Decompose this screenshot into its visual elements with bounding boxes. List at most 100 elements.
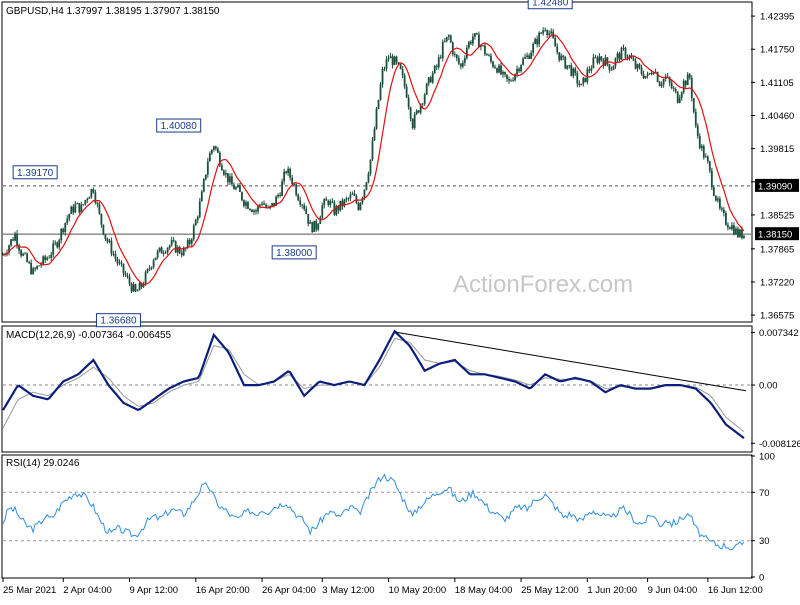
candle-body xyxy=(241,191,243,201)
candle-body xyxy=(124,273,127,276)
macd-tick-label: 0.00 xyxy=(759,381,778,392)
candle-body xyxy=(56,242,59,248)
candle-body xyxy=(739,229,741,237)
candle-body xyxy=(574,68,577,73)
x-tick-label: 18 May 04:00 xyxy=(455,585,513,596)
candle-body xyxy=(484,45,486,55)
candle-body xyxy=(172,240,175,242)
candle-body xyxy=(465,47,468,59)
candle-body xyxy=(486,54,488,56)
candle-body xyxy=(136,290,139,292)
candle-body xyxy=(550,31,553,34)
candle-body xyxy=(48,257,51,259)
candle-body xyxy=(367,173,370,183)
candle-body xyxy=(532,43,535,53)
candle-body xyxy=(407,97,410,108)
macd-tick-label: -0.008126 xyxy=(759,439,800,450)
candle-body xyxy=(297,195,300,201)
candle-body xyxy=(686,74,689,86)
candle-body xyxy=(696,125,699,136)
price-tick-label: 1.42395 xyxy=(760,12,794,23)
candle-body xyxy=(604,57,607,66)
candle-body xyxy=(506,74,508,79)
candle-body xyxy=(463,58,466,63)
candle-body xyxy=(110,240,113,254)
candle-body xyxy=(126,275,129,277)
candle-body xyxy=(737,228,739,237)
candle-body xyxy=(42,256,45,265)
candle-body xyxy=(60,228,63,240)
x-tick-label: 3 May 12:00 xyxy=(322,585,374,596)
candle-body xyxy=(576,72,579,84)
candle-body xyxy=(457,58,460,64)
candle-body xyxy=(556,46,559,53)
candle-body xyxy=(216,148,219,153)
candle-body xyxy=(82,204,85,206)
candle-body xyxy=(16,233,18,246)
candle-body xyxy=(375,108,378,129)
candle-body xyxy=(610,69,613,71)
candle-body xyxy=(180,252,183,256)
price-tick-label: 1.38525 xyxy=(760,210,794,221)
rsi-tick-label: 70 xyxy=(759,488,770,499)
candle-body xyxy=(307,213,310,224)
candle-body xyxy=(194,220,197,226)
candle-body xyxy=(451,42,454,55)
candle-body xyxy=(478,34,480,48)
candle-body xyxy=(263,203,265,205)
candle-body xyxy=(365,182,368,190)
candle-body xyxy=(504,71,506,75)
candle-body xyxy=(540,32,543,34)
candle-body xyxy=(710,170,713,188)
candle-body xyxy=(220,165,223,171)
candle-body xyxy=(586,69,589,82)
candle-body xyxy=(674,88,677,92)
candle-body xyxy=(530,52,533,59)
candle-body xyxy=(104,234,107,239)
candle-body xyxy=(309,222,312,224)
candle-body xyxy=(212,146,215,150)
candle-body xyxy=(363,189,366,198)
candle-body xyxy=(383,68,386,70)
candle-body xyxy=(455,54,458,59)
candle-body xyxy=(570,64,573,76)
candle-body xyxy=(578,83,581,86)
candle-body xyxy=(496,68,498,73)
candle-body xyxy=(323,199,326,206)
candle-body xyxy=(741,229,743,239)
candle-body xyxy=(592,57,595,69)
candle-body xyxy=(413,114,416,129)
candle-body xyxy=(688,74,691,78)
x-tick-label: 9 Jun 04:00 xyxy=(648,585,698,596)
candle-body xyxy=(433,65,436,74)
candle-body xyxy=(66,218,69,223)
candle-body xyxy=(512,80,514,82)
price-tick-label: 1.39815 xyxy=(760,144,794,155)
candle-body xyxy=(520,64,522,72)
candle-body xyxy=(144,272,147,285)
candle-body xyxy=(494,66,496,69)
candle-body xyxy=(231,176,233,185)
candle-body xyxy=(698,135,701,149)
candle-body xyxy=(644,75,647,79)
candle-body xyxy=(405,86,408,98)
candle-body xyxy=(431,73,434,83)
candle-body xyxy=(321,205,324,218)
candle-body xyxy=(417,110,420,113)
candle-body xyxy=(580,83,583,86)
x-tick-label: 25 May 12:00 xyxy=(521,585,579,596)
candle-body xyxy=(359,202,362,210)
candle-body xyxy=(84,200,87,205)
candle-body xyxy=(600,56,603,61)
candle-body xyxy=(128,276,131,284)
candle-body xyxy=(94,192,97,203)
candle-body xyxy=(239,185,241,192)
macd-label: MACD(12,26,9) -0.007364 -0.006455 xyxy=(6,330,172,341)
candle-body xyxy=(341,200,344,207)
candle-body xyxy=(560,55,563,61)
candle-body xyxy=(660,84,663,87)
candle-body xyxy=(245,202,247,206)
candle-body xyxy=(279,194,282,196)
candle-body xyxy=(54,242,57,244)
candle-body xyxy=(90,189,93,198)
